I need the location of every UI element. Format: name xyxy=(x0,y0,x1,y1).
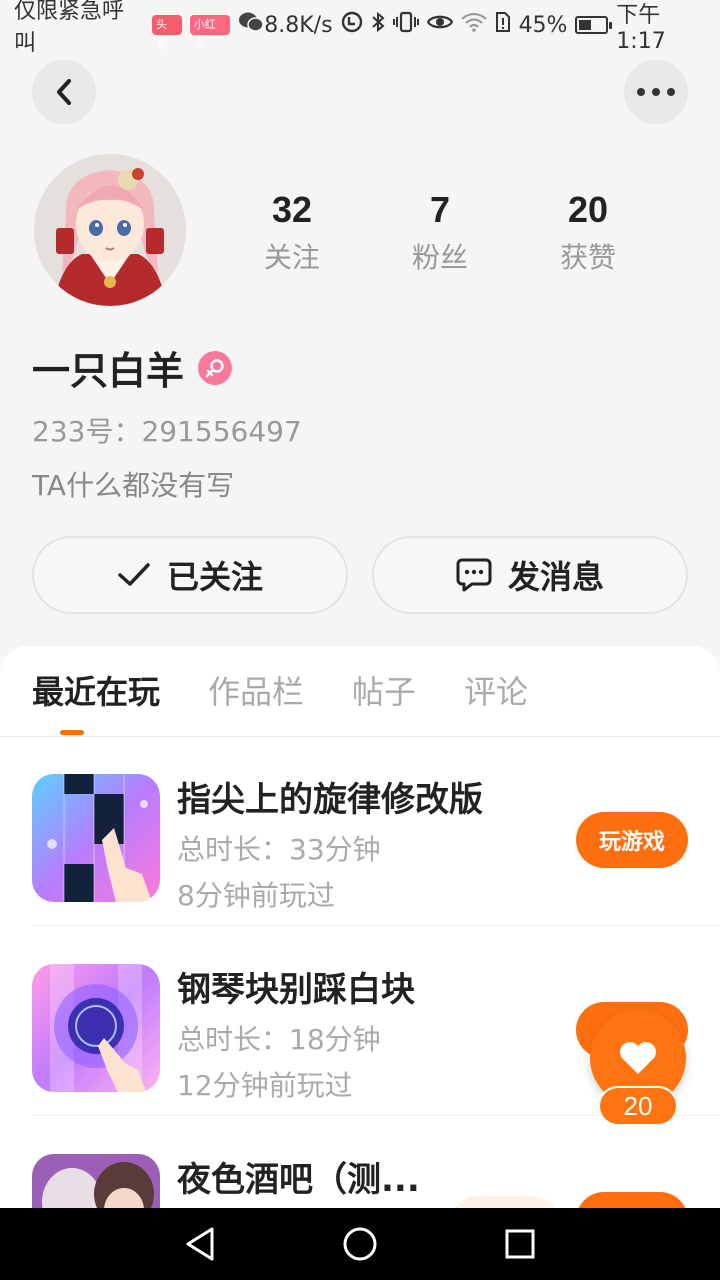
data-saver-icon xyxy=(341,11,363,39)
game-duration: 总时长：33分钟 xyxy=(177,833,381,866)
user-bio: TA什么都没有写 xyxy=(32,469,235,502)
battery-fill xyxy=(579,20,592,30)
like-count: 20 xyxy=(598,1086,678,1126)
check-icon xyxy=(118,563,150,586)
follow-button[interactable]: 已关注 xyxy=(32,536,348,614)
stat-value: 32 xyxy=(271,189,313,230)
female-icon xyxy=(198,350,233,385)
avatar-image xyxy=(34,154,186,306)
stat-following[interactable]: 32 关注 xyxy=(222,185,362,281)
nav-back-icon[interactable] xyxy=(180,1224,220,1264)
eye-comfort-icon xyxy=(426,12,453,38)
game-icon xyxy=(32,964,160,1092)
nav-recents-icon[interactable] xyxy=(500,1224,540,1264)
tab-comments[interactable]: 评论 xyxy=(464,670,528,732)
message-button[interactable]: 发消息 xyxy=(372,536,688,614)
game-icon xyxy=(32,774,160,902)
list-item[interactable]: 指尖上的旋律修改版 总时长：33分钟 8分钟前玩过 玩游戏 xyxy=(32,736,720,926)
user-name: 一只白羊 xyxy=(32,349,185,393)
stat-value: 7 xyxy=(429,189,451,230)
more-dots-icon xyxy=(637,88,675,96)
heart-icon xyxy=(620,1042,656,1074)
avatar[interactable] xyxy=(34,154,186,306)
stat-label: 获赞 xyxy=(559,241,616,274)
stat-followers[interactable]: 7 粉丝 xyxy=(370,185,510,281)
toutiao-badge-icon: 头条 xyxy=(152,15,182,51)
battery-icon xyxy=(575,16,613,34)
sim-alert-icon xyxy=(495,11,511,39)
tab-indicator xyxy=(60,730,84,735)
play-game-button[interactable]: 玩游戏 xyxy=(576,812,688,868)
stat-label: 粉丝 xyxy=(411,241,468,274)
tab-recent[interactable]: 最近在玩 xyxy=(32,670,160,732)
more-button[interactable] xyxy=(624,60,688,124)
follow-label: 已关注 xyxy=(166,558,263,596)
carrier-text: 仅限紧急呼叫 xyxy=(14,0,125,56)
clock: 下午1:17 xyxy=(616,2,666,54)
wifi-icon xyxy=(460,12,487,38)
content-panel: 最近在玩 作品栏 帖子 评论 指尖上的旋律修改版 总时长：33分钟 8分钟前玩过… xyxy=(0,646,720,1280)
xiaohongshu-badge-icon: 小红书 xyxy=(189,15,231,51)
stat-label: 关注 xyxy=(263,241,320,274)
stat-likes[interactable]: 20 获赞 xyxy=(518,185,658,281)
game-title: 钢琴块别踩白块 xyxy=(177,970,415,1010)
status-left: 仅限紧急呼叫 头条 小红书 xyxy=(14,0,265,57)
game-title: 夜色酒吧（测... xyxy=(177,1160,420,1200)
name-row: 一只白羊 xyxy=(32,340,233,395)
nav-home-icon[interactable] xyxy=(340,1224,380,1264)
tab-works[interactable]: 作品栏 xyxy=(208,670,304,732)
game-last-played: 12分钟前玩过 xyxy=(177,1069,353,1102)
game-title: 指尖上的旋律修改版 xyxy=(177,780,483,820)
status-right: 8.8K/s 45% 下午1:17 xyxy=(264,0,706,54)
back-button[interactable] xyxy=(32,60,96,124)
user-id: 233号：291556497 xyxy=(32,415,302,448)
game-last-played: 8分钟前玩过 xyxy=(177,879,335,912)
profile-screen: 仅限紧急呼叫 头条 小红书 8.8K/s 45% 下午1:17 32 关注 7 … xyxy=(0,0,720,1280)
bluetooth-icon xyxy=(371,11,385,39)
network-speed: 8.8K/s xyxy=(264,12,333,38)
wechat-icon xyxy=(238,11,265,39)
game-duration: 总时长：18分钟 xyxy=(177,1023,381,1056)
tab-posts[interactable]: 帖子 xyxy=(352,670,416,732)
battery-percent: 45% xyxy=(518,12,568,38)
message-label: 发消息 xyxy=(507,558,604,596)
stat-value: 20 xyxy=(567,189,609,230)
tab-bar: 最近在玩 作品栏 帖子 评论 xyxy=(32,670,528,732)
chat-bubble-icon xyxy=(456,558,492,592)
vibrate-icon xyxy=(392,11,419,39)
status-bar: 仅限紧急呼叫 头条 小红书 8.8K/s 45% 下午1:17 xyxy=(0,0,720,56)
system-nav-bar xyxy=(0,1208,720,1280)
chevron-left-icon xyxy=(57,79,71,105)
